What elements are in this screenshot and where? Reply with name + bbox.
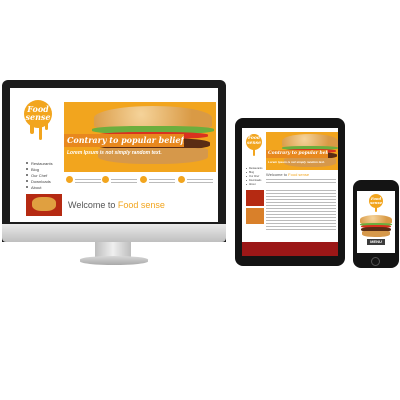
footer-bar <box>242 242 338 256</box>
tablet-device: Foodsense Contrary to popular belief, Lo… <box>235 118 345 266</box>
logo-drip <box>39 124 42 140</box>
promo-image[interactable] <box>246 190 264 206</box>
intro-paragraph <box>266 179 336 185</box>
monitor-chin <box>2 224 226 242</box>
banner-subline: Lorem Ipsum is not simply random text. <box>268 160 325 164</box>
desktop-monitor: Food sense Contrary to popular belief, L… <box>2 80 226 242</box>
logo-drip <box>30 124 34 134</box>
content-paragraph <box>266 190 336 230</box>
hero-banner: Contrary to popular belief, Lorem Ipsum … <box>64 102 216 172</box>
hero-banner: Contrary to popular belief, Lorem Ipsum … <box>266 132 338 170</box>
banner-headline: Contrary to popular belief, <box>64 134 184 147</box>
welcome-heading: Welcome to Food sense <box>266 172 310 177</box>
monitor-stand <box>80 256 148 265</box>
nav-item-restaurants[interactable]: Restaurants <box>246 166 262 170</box>
feature-item <box>178 176 213 185</box>
feature-item <box>140 176 175 185</box>
menu-button[interactable]: MENU <box>367 239 385 245</box>
promo-image[interactable] <box>26 194 62 216</box>
nav-item-downloads[interactable]: Downloads <box>246 178 262 182</box>
chef-icon <box>140 176 147 183</box>
promo-image[interactable] <box>246 208 264 224</box>
logo-drip <box>45 122 48 130</box>
food-sense-logo[interactable]: Food sense <box>369 194 383 212</box>
delivery-icon <box>178 176 185 183</box>
banner-subline: Lorem Ipsum is not simply random text. <box>67 150 162 156</box>
feature-item <box>102 176 137 185</box>
food-sense-logo[interactable]: Food sense <box>246 134 262 156</box>
phone-icon <box>102 176 109 183</box>
desktop-screen: Food sense Contrary to popular belief, L… <box>10 88 218 222</box>
responsive-devices-mockup: Food sense Contrary to popular belief, L… <box>0 0 400 400</box>
main-nav: Restaurants Blog Our Chef Downloads Abou… <box>26 160 53 190</box>
nav-item-about[interactable]: About <box>246 182 262 186</box>
welcome-heading: Welcome to Food sense <box>68 200 165 210</box>
logo-text-line2: sense <box>25 112 51 122</box>
banner-headline: Contrary to popular belief, <box>266 150 328 158</box>
location-icon <box>66 176 73 183</box>
feature-item <box>66 176 101 185</box>
phone-device: Food sense MENU <box>353 180 399 268</box>
nav-item-about[interactable]: About <box>26 184 53 190</box>
home-button[interactable] <box>371 257 380 266</box>
food-sense-logo[interactable]: Food sense <box>24 100 52 140</box>
tablet-screen: Foodsense Contrary to popular belief, Lo… <box>242 128 338 256</box>
burger-image <box>360 215 392 237</box>
main-nav: Restaurants Blog Our Chef Downloads Abou… <box>246 166 262 186</box>
phone-screen: Food sense MENU <box>357 191 395 253</box>
